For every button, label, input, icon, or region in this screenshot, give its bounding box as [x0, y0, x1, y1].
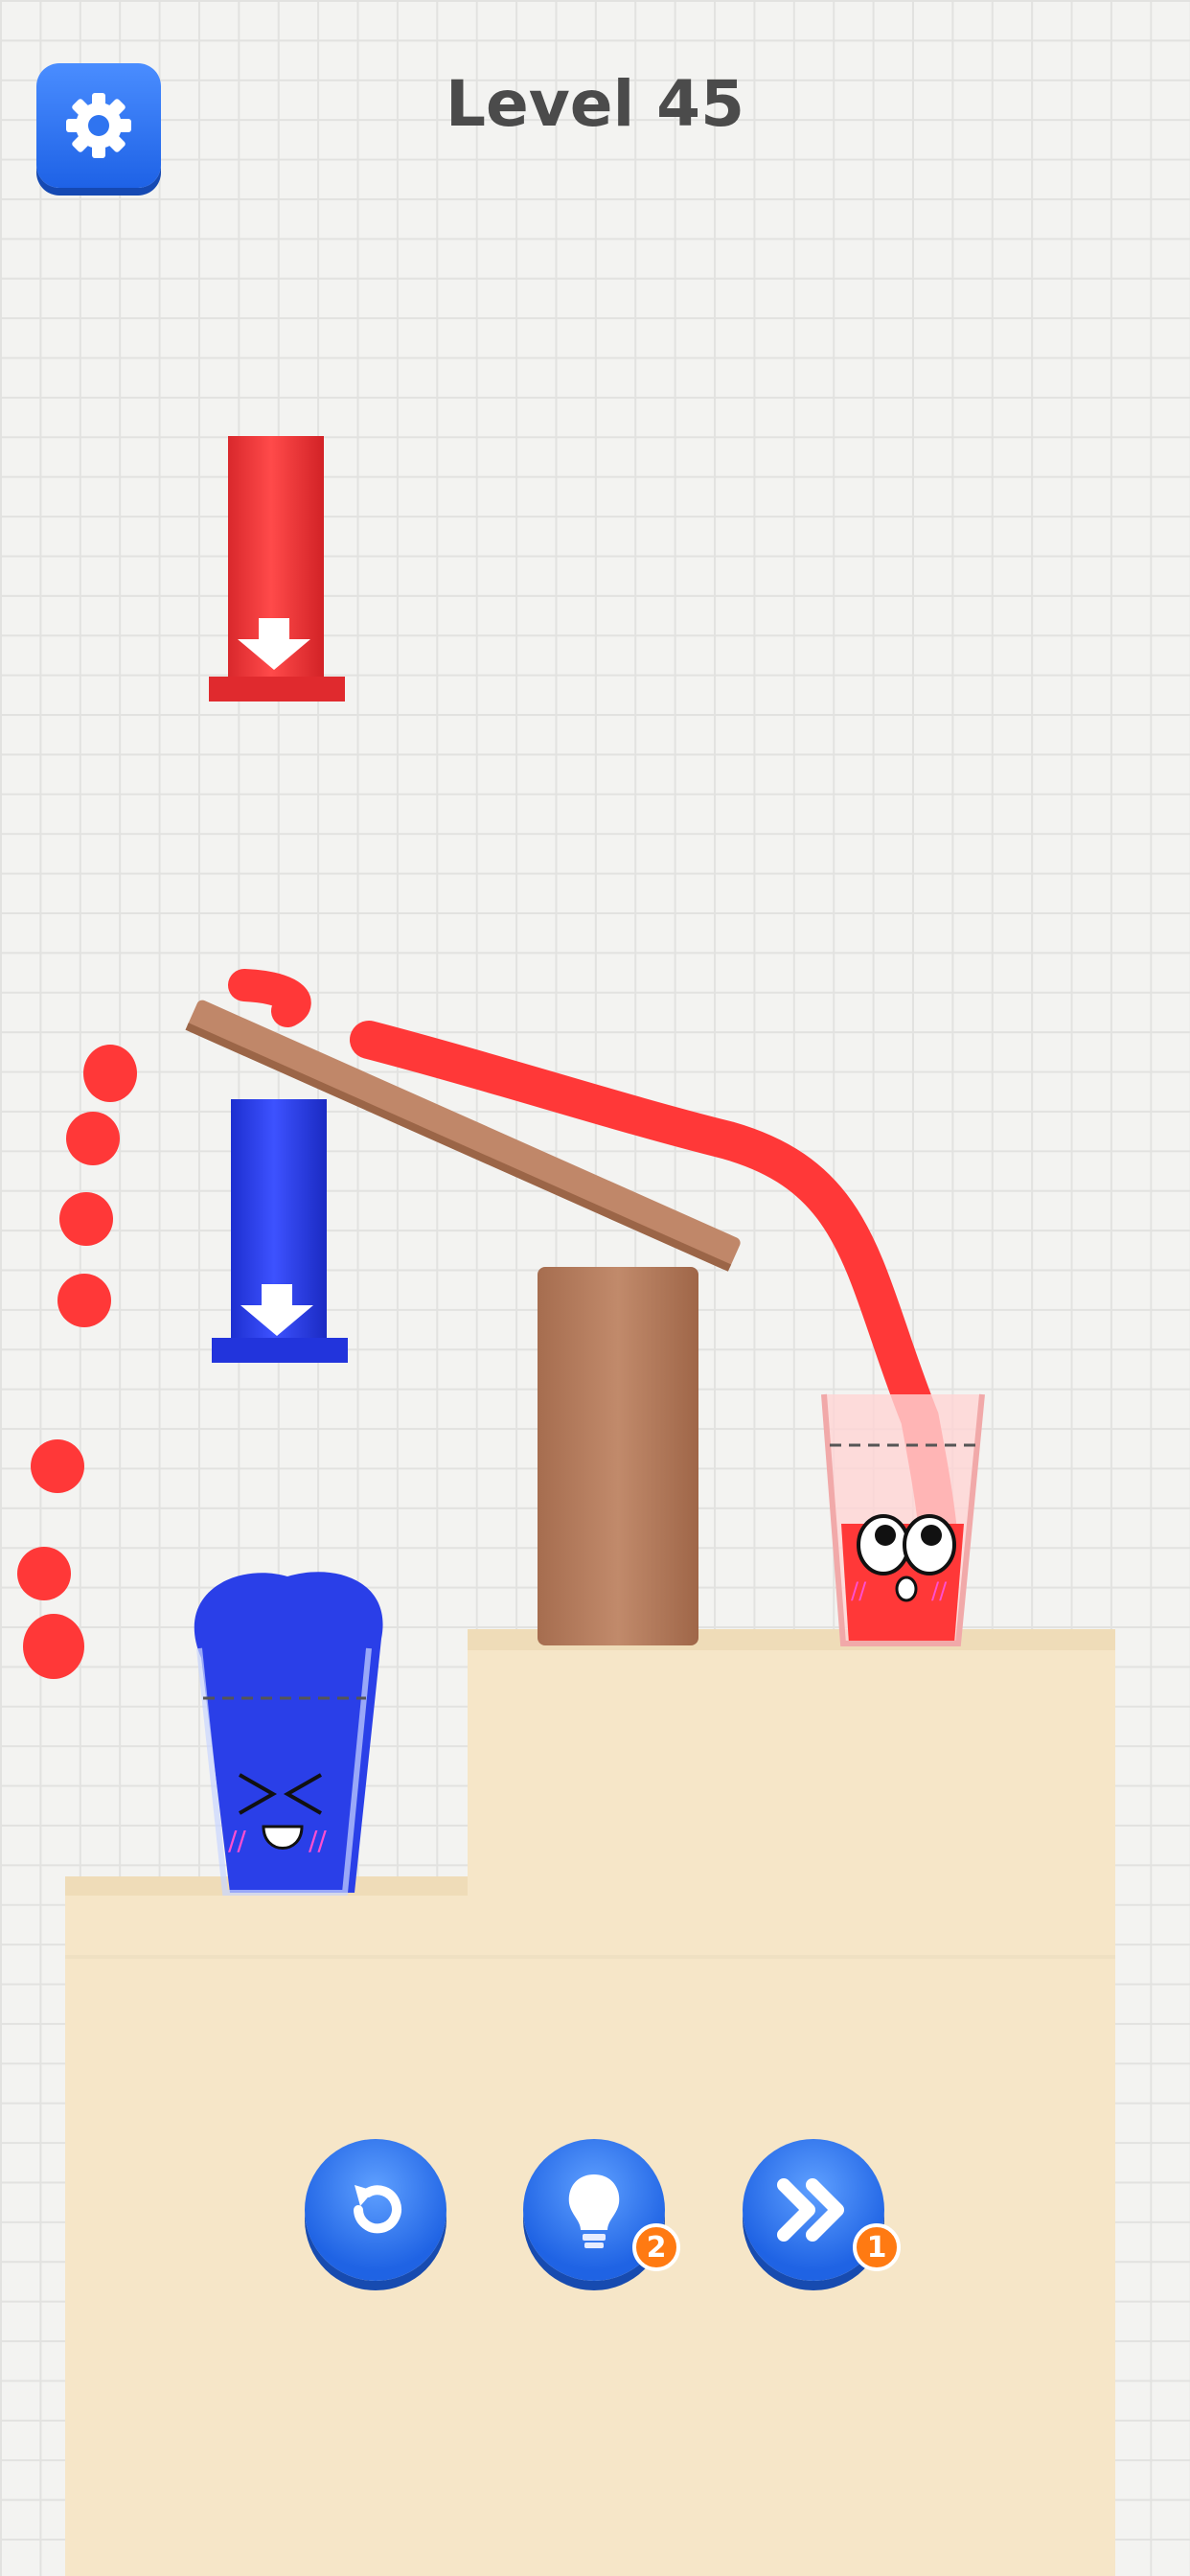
red-droplets [17, 1045, 137, 1679]
restart-button[interactable] [305, 2139, 446, 2281]
restart-icon [354, 2185, 401, 2234]
hint-count-badge: 2 [632, 2223, 680, 2271]
double-chevron-right-icon [777, 2178, 844, 2242]
svg-text://: // [309, 1825, 327, 1856]
blue-pipe [212, 1099, 348, 1363]
lightbulb-icon [568, 2174, 620, 2248]
skip-count-badge: 1 [853, 2223, 901, 2271]
platform-upper [468, 1629, 1115, 2576]
blue-glass: // // [194, 1572, 383, 1896]
svg-text://: // [851, 1577, 867, 1604]
wood-block [538, 1267, 698, 1645]
red-pipe [209, 436, 345, 702]
wood-grain [65, 1955, 1115, 1959]
red-glass: // // [821, 1393, 985, 1646]
svg-text://: // [931, 1577, 948, 1604]
svg-text://: // [228, 1825, 246, 1856]
